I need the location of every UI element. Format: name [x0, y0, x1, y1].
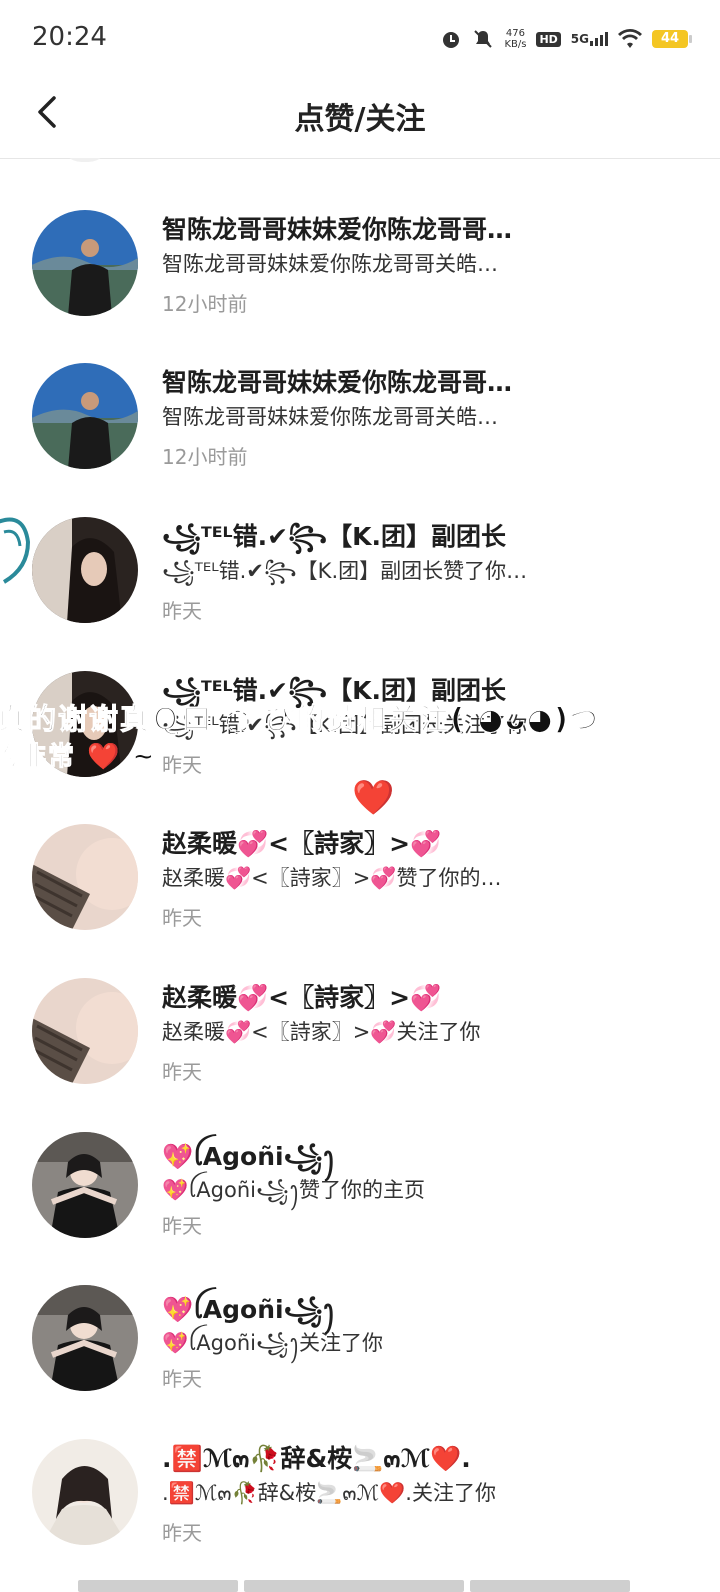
page-title: 点赞/关注	[294, 102, 426, 137]
notification-time: 昨天	[162, 1367, 202, 1391]
battery-icon: 44	[652, 30, 692, 48]
avatar[interactable]	[32, 1439, 138, 1545]
status-time: 20:24	[32, 22, 107, 52]
user-name: 智陈龙哥哥妹妹爱你陈龙哥哥…	[162, 368, 513, 397]
notification-list: 智陈龙哥哥妹妹爱你陈龙哥哥… 智陈龙哥哥妹妹爱你陈龙哥哥关皓… 12小时前 智陈…	[0, 158, 720, 1558]
header: 点赞/关注	[0, 78, 720, 159]
user-name: .🈲ℳ๓🥀辞&桉🚬๓ℳ❤️.	[162, 1444, 471, 1473]
avatar[interactable]	[32, 1132, 138, 1238]
mute-icon	[474, 30, 493, 48]
list-item[interactable]: .🈲ℳ๓🥀辞&桉🚬๓ℳ❤️. .🈲ℳ๓🥀辞&桉🚬๓ℳ❤️.关注了你 昨天	[0, 1439, 720, 1558]
net-speed: 476 KB/s	[504, 28, 527, 50]
list-item[interactable]: 智陈龙哥哥妹妹爱你陈龙哥哥… 智陈龙哥哥妹妹爱你陈龙哥哥关皓… 12小时前	[0, 210, 720, 364]
notification-text: 智陈龙哥哥妹妹爱你陈龙哥哥关皓…	[162, 252, 498, 276]
network-type: 5G	[571, 32, 608, 46]
list-item[interactable]: 智陈龙哥哥妹妹爱你陈龙哥哥… 智陈龙哥哥妹妹爱你陈龙哥哥关皓… 12小时前	[0, 363, 720, 517]
avatar[interactable]	[32, 1285, 138, 1391]
floating-sticker-icon	[0, 517, 31, 584]
notification-text: 赵柔暖💞<〖詩家〗>💞赞了你的…	[162, 866, 502, 890]
notification-text: 赵柔暖💞<〖詩家〗>💞关注了你	[162, 1020, 481, 1044]
notification-time: 昨天	[162, 1060, 202, 1084]
list-item[interactable]: ꧁ᵀᴱᴸ错.✔︎꧂【K.团】副团长 ꧁ᵀᴱᴸ错.✔︎꧂【K.团】副团长关注了你 …	[0, 671, 720, 825]
notification-time: 12小时前	[162, 445, 248, 469]
list-item[interactable]: 赵柔暖💞<〖詩家〗>💞 赵柔暖💞<〖詩家〗>💞赞了你的… 昨天	[0, 824, 720, 978]
partial-list-item	[60, 158, 110, 162]
wifi-icon	[618, 29, 642, 48]
notification-text: 智陈龙哥哥妹妹爱你陈龙哥哥关皓…	[162, 405, 498, 429]
list-item[interactable]: 赵柔暖💞<〖詩家〗>💞 赵柔暖💞<〖詩家〗>💞关注了你 昨天	[0, 978, 720, 1132]
notification-text: 💖ꪶAgoñi꧁ꫂ赞了你的主页	[162, 1178, 425, 1202]
avatar[interactable]	[32, 363, 138, 469]
notification-time: 昨天	[162, 753, 202, 777]
status-icons: 476 KB/s HD 5G 44	[440, 24, 692, 54]
status-bar: 20:24 476 KB/s HD 5G 44	[0, 0, 720, 78]
signal-icon	[590, 32, 608, 46]
user-name: 赵柔暖💞<〖詩家〗>💞	[162, 829, 442, 858]
notification-time: 昨天	[162, 599, 202, 623]
alarm-icon	[443, 32, 460, 48]
notification-time: 12小时前	[162, 292, 248, 316]
list-item[interactable]: 💖ꪶAgoñi꧁ꫂ 💖ꪶAgoñi꧁ꫂ关注了你 昨天	[0, 1285, 720, 1439]
notification-time: 昨天	[162, 1521, 202, 1545]
notification-time: 昨天	[162, 1214, 202, 1238]
avatar[interactable]	[32, 517, 138, 623]
avatar[interactable]	[32, 824, 138, 930]
list-item[interactable]: ꧁ᵀᴱᴸ错.✔︎꧂【K.团】副团长 ꧁ᵀᴱᴸ错.✔︎꧂【K.团】副团长赞了你… …	[0, 517, 720, 671]
notification-text: ꧁ᵀᴱᴸ错.✔︎꧂【K.团】副团长赞了你…	[162, 559, 528, 583]
notification-text: ꧁ᵀᴱᴸ错.✔︎꧂【K.团】副团长关注了你	[162, 713, 528, 737]
user-name: 赵柔暖💞<〖詩家〗>💞	[162, 983, 442, 1012]
avatar[interactable]	[32, 978, 138, 1084]
avatar[interactable]	[32, 210, 138, 316]
notification-text: 💖ꪶAgoñi꧁ꫂ关注了你	[162, 1331, 383, 1355]
avatar[interactable]	[32, 671, 138, 777]
user-name: 智陈龙哥哥妹妹爱你陈龙哥哥…	[162, 215, 513, 244]
list-item[interactable]: 💖ꪶAgoñi꧁ꫂ 💖ꪶAgoñi꧁ꫂ赞了你的主页 昨天	[0, 1132, 720, 1286]
notification-text: .🈲ℳ๓🥀辞&桉🚬๓ℳ❤️.关注了你	[162, 1481, 496, 1505]
notification-time: 昨天	[162, 906, 202, 930]
bottom-indicator	[78, 1580, 630, 1592]
hd-badge: HD	[536, 31, 561, 47]
